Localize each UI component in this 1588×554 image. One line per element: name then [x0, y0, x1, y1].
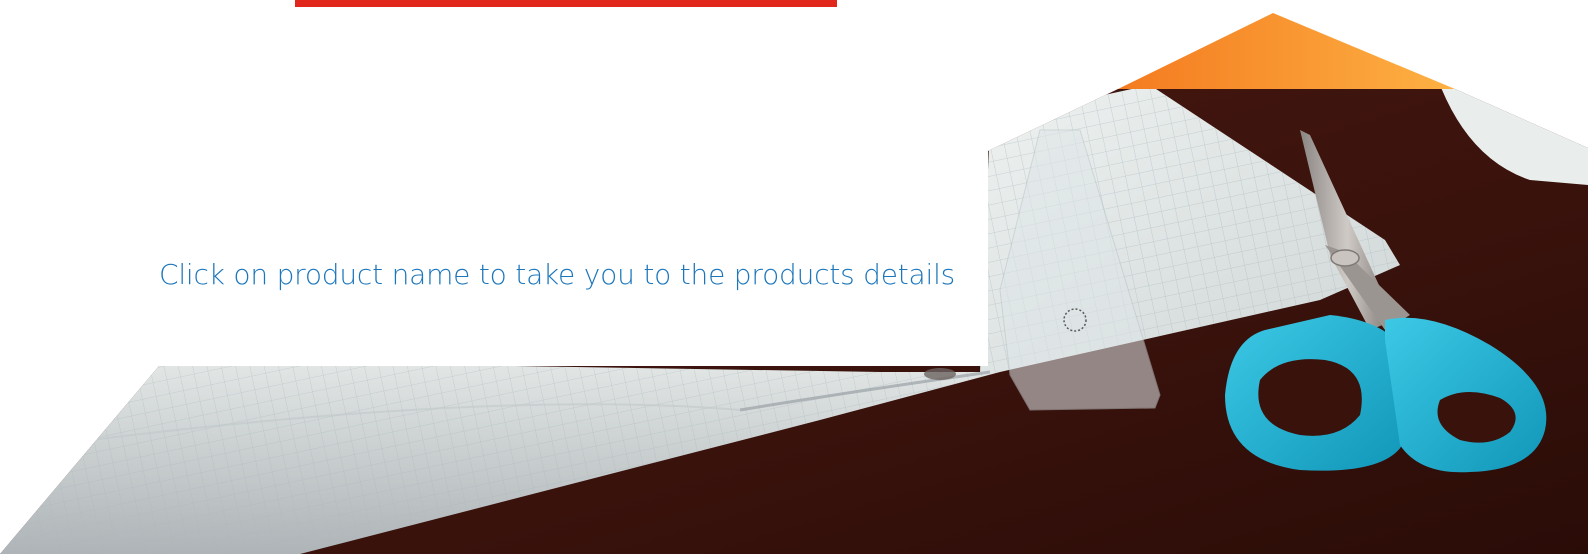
product-hint-text: Click on product name to take you to the…: [159, 258, 956, 291]
orange-triangle: [1118, 13, 1455, 89]
